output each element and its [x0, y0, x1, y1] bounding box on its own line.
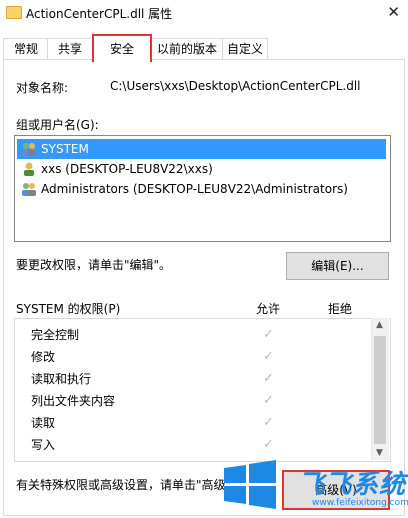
permission-name: 读取 [31, 416, 56, 430]
user-name: Administrators (DESKTOP-LEU8V22\Administ… [41, 182, 348, 196]
allow-check-icon: ✓ [263, 327, 274, 342]
groups-label: 组或用户名(G): [16, 118, 99, 132]
permission-row: 读取 ✓ [15, 412, 370, 434]
watermark-brand: 飞飞系统 [298, 470, 407, 500]
allow-check-icon: ✓ [263, 415, 274, 430]
allow-check-icon: ✓ [263, 371, 274, 386]
window-title: ActionCenterCPL.dll 属性 [26, 7, 173, 21]
tab-previous-versions[interactable]: 以前的版本 [150, 38, 224, 59]
permissions-header: SYSTEM 的权限(P) [16, 302, 121, 316]
user-icon [24, 162, 34, 176]
permission-name: 读取和执行 [31, 372, 92, 386]
windows-logo-icon [224, 460, 276, 509]
user-group-icon [22, 183, 36, 196]
watermark-url: www.feifeixitong.com [312, 498, 408, 508]
permissions-scrollbar[interactable]: ▲ ▼ [371, 318, 389, 460]
edit-hint: 要更改权限，请单击"编辑"。 [16, 258, 172, 272]
permission-name: 修改 [31, 350, 56, 364]
tab-security[interactable]: 安全 [92, 34, 152, 62]
groups-listbox[interactable]: SYSTEM xxs (DESKTOP-LEU8V22\xxs) Adminis… [14, 135, 391, 242]
permission-name: 列出文件夹内容 [31, 394, 116, 408]
permission-name: 写入 [31, 438, 56, 452]
advanced-hint: 有关特殊权限或高级设置，请单击"高级"。 [16, 478, 244, 492]
tab-strip: 常规 共享 安全 以前的版本 自定义 [0, 32, 408, 62]
watermark: 飞飞系统 www.feifeixitong.com [220, 458, 408, 516]
close-icon[interactable]: ✕ [387, 3, 400, 21]
permission-name: 完全控制 [31, 328, 80, 342]
tab-customize[interactable]: 自定义 [222, 38, 268, 59]
permission-row: 读取和执行 ✓ [15, 368, 370, 390]
deny-column-header: 拒绝 [328, 302, 353, 316]
edit-button[interactable]: 编辑(E)... [286, 252, 389, 280]
permission-row: 完全控制 ✓ [15, 324, 370, 346]
permission-row: 列出文件夹内容 ✓ [15, 390, 370, 412]
object-name-label: 对象名称: [16, 81, 69, 95]
list-item-administrators[interactable]: Administrators (DESKTOP-LEU8V22\Administ… [17, 179, 348, 199]
object-name-value: C:\Users\xxs\Desktop\ActionCenterCPL.dll [110, 79, 361, 93]
permissions-list: 完全控制 ✓ 修改 ✓ 读取和执行 ✓ 列出文件夹内容 ✓ 读取 ✓ 写入 ✓ [14, 318, 391, 462]
tab-sharing[interactable]: 共享 [47, 38, 93, 59]
allow-column-header: 允许 [256, 302, 281, 316]
title-bar: ActionCenterCPL.dll 属性 ✕ [0, 0, 408, 28]
permission-row: 修改 ✓ [15, 346, 370, 368]
allow-check-icon: ✓ [263, 437, 274, 452]
permission-row: 写入 ✓ [15, 434, 370, 456]
scroll-down-icon[interactable]: ▼ [376, 448, 383, 458]
user-name: SYSTEM [41, 142, 89, 156]
allow-check-icon: ✓ [263, 393, 274, 408]
folder-icon [6, 6, 22, 19]
scroll-thumb[interactable] [374, 336, 386, 444]
list-item-system[interactable]: SYSTEM [17, 139, 386, 159]
user-name: xxs (DESKTOP-LEU8V22\xxs) [41, 162, 213, 176]
allow-check-icon: ✓ [263, 349, 274, 364]
tab-general[interactable]: 常规 [3, 38, 49, 59]
scroll-up-icon[interactable]: ▲ [376, 320, 383, 330]
list-item-xxs[interactable]: xxs (DESKTOP-LEU8V22\xxs) [17, 159, 213, 179]
user-group-icon [22, 143, 36, 156]
